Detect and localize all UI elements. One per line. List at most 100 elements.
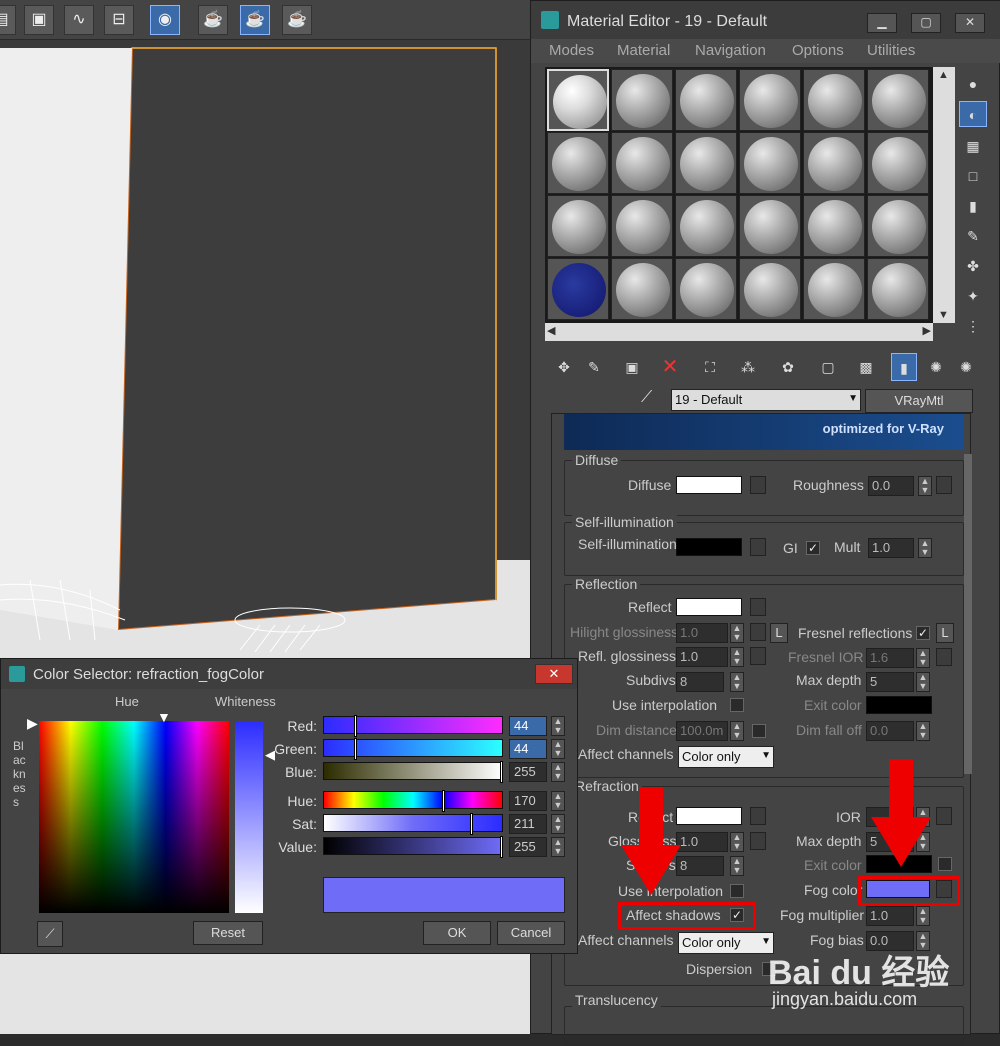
channel-value[interactable]: 255 bbox=[509, 762, 547, 782]
self-illumination-map-button[interactable] bbox=[750, 538, 766, 556]
render-frame-icon[interactable]: ☕ bbox=[198, 5, 228, 35]
render-setup-icon[interactable]: ▣ bbox=[24, 5, 54, 35]
channel-slider[interactable] bbox=[323, 738, 503, 760]
refraction-glossiness-spinner[interactable]: ▲ ▼ bbox=[730, 832, 744, 852]
ok-button[interactable]: OK bbox=[423, 921, 491, 945]
channel-slider[interactable] bbox=[323, 813, 503, 835]
channel-spinner[interactable]: ▲ ▼ bbox=[551, 739, 565, 759]
reflection-exit-color-swatch[interactable] bbox=[866, 696, 932, 714]
material-sample-slot[interactable] bbox=[739, 195, 801, 257]
render-teapot-icon[interactable]: ☕ bbox=[240, 5, 270, 35]
menu-navigation[interactable]: Navigation bbox=[695, 42, 766, 59]
dialog-close-button[interactable]: ✕ bbox=[535, 664, 573, 684]
dim-distance-checkbox[interactable] bbox=[752, 724, 766, 738]
material-map-navigator-icon[interactable]: ⋮ bbox=[959, 313, 987, 339]
material-sample-slot[interactable] bbox=[803, 132, 865, 194]
reflection-max-depth-value[interactable]: 5 bbox=[866, 672, 914, 692]
fresnel-reflections-checkbox[interactable]: ✓ bbox=[916, 626, 930, 640]
fresnel-ior-value[interactable]: 1.6 bbox=[866, 648, 914, 668]
background-icon[interactable]: ▦ bbox=[959, 133, 987, 159]
material-sample-slot[interactable] bbox=[611, 69, 673, 131]
dim-distance-value[interactable]: 100.0m bbox=[676, 721, 728, 741]
channel-slider[interactable] bbox=[323, 715, 503, 737]
self-illumination-swatch[interactable] bbox=[676, 538, 742, 556]
curve-editor-icon[interactable]: ∿ bbox=[64, 5, 94, 35]
slider-thumb[interactable] bbox=[500, 836, 503, 858]
assign-to-selection-icon[interactable]: ▣ bbox=[619, 353, 645, 381]
material-id-channel-icon[interactable]: ✿ bbox=[775, 353, 801, 381]
material-type-button[interactable]: VRayMtl bbox=[865, 389, 973, 413]
dim-falloff-value[interactable]: 0.0 bbox=[866, 721, 914, 741]
channel-spinner[interactable]: ▲ ▼ bbox=[551, 762, 565, 782]
reflection-affect-channels-dropdown[interactable]: Color only ▼ bbox=[678, 746, 774, 768]
eyedropper-button-icon[interactable]: ⟋ bbox=[37, 921, 63, 947]
slider-thumb[interactable] bbox=[354, 738, 357, 760]
fog-multiplier-value[interactable]: 1.0 bbox=[866, 906, 914, 926]
channel-slider[interactable] bbox=[323, 836, 503, 858]
scroll-down-icon[interactable]: ▼ bbox=[938, 309, 949, 321]
material-sample-slot[interactable] bbox=[803, 69, 865, 131]
hilight-glossiness-spinner[interactable]: ▲ ▼ bbox=[730, 623, 744, 643]
dim-falloff-spinner[interactable]: ▲ ▼ bbox=[916, 721, 930, 741]
material-sample-slot[interactable] bbox=[675, 69, 737, 131]
dim-distance-spinner[interactable]: ▲ ▼ bbox=[730, 721, 744, 741]
video-color-check-icon[interactable]: ▮ bbox=[959, 193, 987, 219]
material-sample-slot[interactable] bbox=[611, 132, 673, 194]
material-sample-slot[interactable] bbox=[803, 195, 865, 257]
roughness-map-button[interactable] bbox=[936, 476, 952, 494]
make-unique-icon[interactable]: ⛶ bbox=[697, 353, 723, 381]
panel-scrollbar[interactable] bbox=[964, 454, 972, 774]
channel-value[interactable]: 44 bbox=[509, 739, 547, 759]
slider-thumb[interactable] bbox=[470, 813, 473, 835]
mult-value[interactable]: 1.0 bbox=[868, 538, 914, 558]
reset-button[interactable]: Reset bbox=[193, 921, 263, 945]
channel-value[interactable]: 170 bbox=[509, 791, 547, 811]
fresnel-lock-button[interactable]: L bbox=[936, 623, 954, 643]
make-preview-icon[interactable]: ✎ bbox=[959, 223, 987, 249]
scroll-left-icon[interactable]: ◀ bbox=[547, 324, 555, 337]
material-sample-slot[interactable] bbox=[675, 195, 737, 257]
show-shaded-icon[interactable]: ▢ bbox=[815, 353, 841, 381]
material-sample-slot[interactable] bbox=[739, 258, 801, 320]
material-name-field[interactable]: 19 - Default ▼ bbox=[671, 389, 861, 411]
reflect-map-button[interactable] bbox=[750, 598, 766, 616]
material-sample-slot[interactable] bbox=[611, 195, 673, 257]
material-effects-icon[interactable]: ✺ bbox=[953, 353, 979, 381]
gi-checkbox[interactable]: ✓ bbox=[806, 541, 820, 555]
material-sample-slot[interactable] bbox=[547, 132, 609, 194]
refraction-exit-color-checkbox[interactable] bbox=[938, 857, 952, 871]
material-sample-slot[interactable] bbox=[675, 132, 737, 194]
sample-uv-tiling-icon[interactable]: □ bbox=[959, 163, 987, 189]
go-forward-sibling-icon[interactable]: ✺ bbox=[923, 353, 949, 381]
mult-spinner[interactable]: ▲ ▼ bbox=[918, 538, 932, 558]
channel-slider[interactable] bbox=[323, 790, 503, 812]
menu-material[interactable]: Material bbox=[617, 42, 670, 59]
material-editor-icon[interactable]: ◉ bbox=[150, 5, 180, 35]
select-by-material-icon[interactable]: ✦ bbox=[959, 283, 987, 309]
diffuse-color-swatch[interactable] bbox=[676, 476, 742, 494]
eyedropper-icon[interactable]: ⟋ bbox=[641, 389, 661, 411]
channel-slider[interactable] bbox=[323, 761, 503, 783]
options-icon[interactable]: ✤ bbox=[959, 253, 987, 279]
slider-thumb[interactable] bbox=[442, 790, 445, 812]
put-to-library-icon[interactable]: ⁂ bbox=[735, 353, 761, 381]
channel-value[interactable]: 44 bbox=[509, 716, 547, 736]
backlight-icon[interactable]: ◐ bbox=[959, 101, 987, 127]
reset-map-icon[interactable]: ✕ bbox=[657, 353, 683, 381]
menu-modes[interactable]: Modes bbox=[549, 42, 594, 59]
maximize-button[interactable]: ▢ bbox=[911, 13, 941, 33]
refl-glossiness-value[interactable]: 1.0 bbox=[676, 647, 728, 667]
blackness-marker-icon[interactable]: ▶ bbox=[27, 715, 38, 732]
sample-type-icon[interactable]: ● bbox=[959, 71, 987, 97]
diffuse-map-button[interactable] bbox=[750, 476, 766, 494]
refraction-glossiness-map-button[interactable] bbox=[750, 832, 766, 850]
fresnel-ior-map-button[interactable] bbox=[936, 648, 952, 666]
refl-glossiness-spinner[interactable]: ▲ ▼ bbox=[730, 647, 744, 667]
material-sample-slot[interactable] bbox=[547, 258, 609, 320]
cancel-button[interactable]: Cancel bbox=[497, 921, 565, 945]
channel-spinner[interactable]: ▲ ▼ bbox=[551, 814, 565, 834]
material-sample-slot[interactable] bbox=[867, 69, 929, 131]
hilight-lock-button[interactable]: L bbox=[770, 623, 788, 643]
hilight-glossiness-value[interactable]: 1.0 bbox=[676, 623, 728, 643]
roughness-spinner[interactable]: ▲ ▼ bbox=[918, 476, 932, 496]
